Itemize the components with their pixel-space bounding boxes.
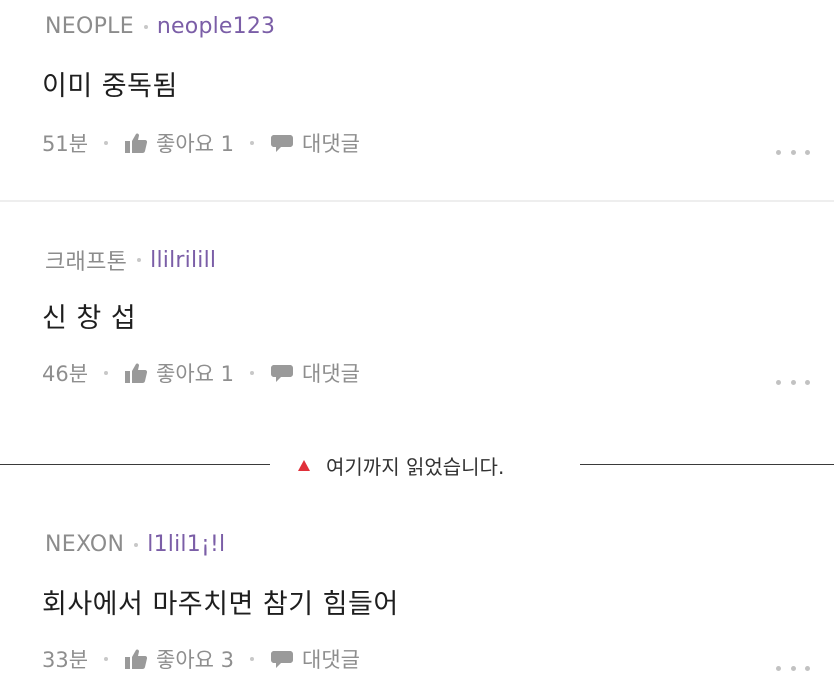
more-dot: [776, 149, 781, 155]
marker-label: 여기까지 읽었습니다.: [326, 455, 505, 479]
actions-separator-dot: [250, 141, 255, 145]
comment-author-meta: 크래프톤 llilrilill: [45, 244, 216, 276]
more-options-button[interactable]: [776, 146, 810, 158]
comment-author-meta: NEXON l1lil1¡!l: [45, 532, 225, 557]
red-triangle-icon: [298, 460, 310, 471]
comment-actions: 33분 좋아요 3 대댓글: [42, 644, 360, 674]
more-dot: [790, 379, 796, 385]
comment-actions: 46분 좋아요 1 대댓글: [42, 358, 360, 388]
marker-line-right: [580, 464, 834, 465]
author-company: NEXON: [45, 532, 125, 557]
like-label: 좋아요 3: [156, 648, 235, 672]
reply-label: 대댓글: [302, 648, 361, 672]
like-label: 좋아요 1: [156, 132, 235, 156]
actions-separator-dot: [104, 371, 109, 375]
comment-item: NEOPLE neople123 이미 중독됨 51분 좋아요 1 대댓글: [0, 0, 834, 200]
comment-item: 크래프톤 llilrilill 신 창 섭 46분 좋아요 1 대댓글: [0, 202, 834, 432]
read-position-marker: 여기까지 읽었습니다.: [0, 448, 834, 482]
comment-time: 33분: [42, 648, 89, 672]
thumbs-up-icon: [124, 132, 148, 154]
meta-separator-dot: [137, 258, 142, 262]
more-dot: [805, 379, 810, 385]
more-dot: [805, 149, 810, 155]
actions-separator-dot: [250, 657, 255, 661]
like-button[interactable]: 좋아요 3: [124, 644, 234, 674]
comment-time: 46분: [42, 362, 89, 386]
reply-button[interactable]: 대댓글: [270, 358, 360, 388]
more-dot: [790, 149, 796, 155]
author-nickname[interactable]: llilrilill: [150, 248, 216, 273]
thumbs-up-icon: [124, 362, 148, 384]
reply-label: 대댓글: [302, 362, 361, 386]
comment-item: NEXON l1lil1¡!l 회사에서 마주치면 참기 힘들어 33분 좋아요…: [0, 498, 834, 695]
more-options-button[interactable]: [776, 662, 810, 674]
like-button[interactable]: 좋아요 1: [124, 358, 234, 388]
author-nickname[interactable]: neople123: [157, 14, 275, 39]
more-options-button[interactable]: [776, 376, 810, 388]
like-button[interactable]: 좋아요 1: [124, 128, 234, 158]
marker-line-left: [0, 464, 270, 465]
comment-text: 이미 중독됨: [42, 71, 178, 102]
more-dot: [805, 665, 810, 671]
like-label: 좋아요 1: [156, 362, 235, 386]
reply-button[interactable]: 대댓글: [270, 128, 360, 158]
comment-time: 51분: [42, 132, 89, 156]
thumbs-up-icon: [124, 648, 148, 670]
actions-separator-dot: [104, 141, 109, 145]
more-dot: [776, 379, 781, 385]
speech-bubble-icon: [270, 648, 294, 670]
meta-separator-dot: [134, 542, 139, 547]
speech-bubble-icon: [270, 132, 294, 154]
speech-bubble-icon: [270, 362, 294, 384]
actions-separator-dot: [250, 371, 255, 375]
comment-text: 회사에서 마주치면 참기 힘들어: [42, 589, 399, 620]
author-nickname[interactable]: l1lil1¡!l: [147, 532, 225, 557]
meta-separator-dot: [143, 24, 148, 29]
marker-label-group: 여기까지 읽었습니다.: [298, 451, 504, 480]
comment-author-meta: NEOPLE neople123: [45, 14, 275, 39]
actions-separator-dot: [104, 657, 109, 661]
reply-label: 대댓글: [302, 132, 361, 156]
comment-actions: 51분 좋아요 1 대댓글: [42, 128, 360, 158]
comment-text: 신 창 섭: [42, 303, 137, 334]
more-dot: [776, 665, 781, 671]
author-company: 크래프톤: [45, 250, 128, 275]
more-dot: [790, 665, 796, 671]
reply-button[interactable]: 대댓글: [270, 644, 360, 674]
author-company: NEOPLE: [45, 14, 134, 39]
